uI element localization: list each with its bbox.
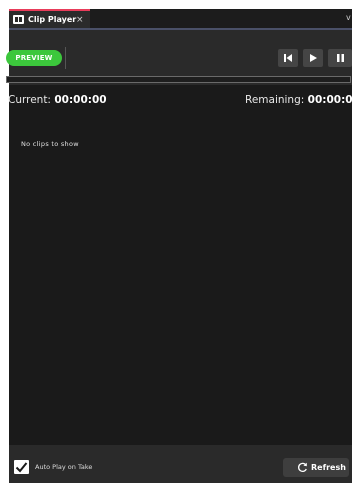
empty-clips-message: No clips to show — [21, 140, 79, 148]
film-icon — [13, 15, 24, 24]
play-button[interactable] — [303, 49, 323, 67]
current-label: Current: — [8, 94, 51, 106]
refresh-button[interactable]: Refresh — [283, 458, 349, 477]
refresh-label: Refresh — [311, 463, 346, 472]
play-icon — [310, 54, 317, 62]
autoplay-checkbox[interactable] — [14, 460, 29, 474]
skip-to-start-button[interactable] — [278, 49, 298, 67]
tab-bar: Clip Player × v — [9, 9, 352, 29]
playback-progress-bar[interactable] — [6, 76, 351, 83]
current-value: 00:00:00 — [54, 94, 107, 106]
timecode-row: Current: 00:00:00 Remaining: 00:00:00 — [8, 94, 352, 108]
remaining-value: 00:00:00 — [307, 94, 352, 106]
refresh-icon — [298, 462, 307, 473]
preview-button[interactable]: PREVIEW — [6, 50, 62, 66]
remaining-label: Remaining: — [245, 94, 305, 106]
tab-clip-player[interactable]: Clip Player × — [9, 9, 90, 28]
autoplay-label: Auto Play on Take — [35, 463, 93, 471]
skip-to-start-icon — [284, 54, 292, 62]
tab-title: Clip Player — [28, 15, 77, 24]
current-time: Current: 00:00:00 — [8, 94, 107, 106]
chevron-down-icon[interactable]: v — [346, 12, 351, 24]
toolbar-divider — [65, 47, 66, 69]
remaining-time: Remaining: 00:00:00 — [245, 94, 352, 106]
checkmark-icon — [15, 462, 28, 473]
pause-icon — [337, 54, 344, 62]
close-tab-icon[interactable]: × — [76, 13, 84, 27]
pause-button[interactable] — [328, 49, 352, 67]
